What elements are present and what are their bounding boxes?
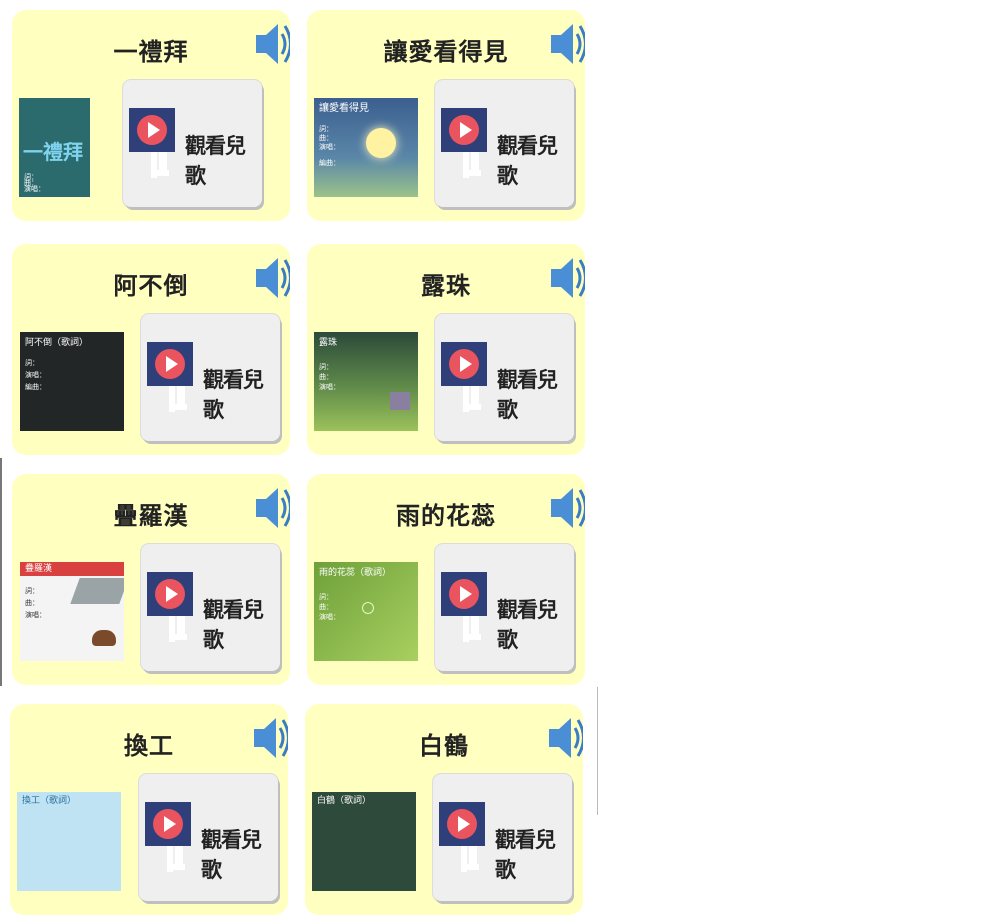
song-title: 雨的花蕊	[396, 502, 496, 530]
speaker-icon[interactable]	[549, 252, 585, 304]
speaker-icon[interactable]	[547, 712, 583, 764]
speaker-icon[interactable]	[254, 252, 290, 304]
video-play-icon	[145, 802, 191, 872]
watch-song-button[interactable]: 觀看兒歌	[435, 314, 574, 441]
watch-song-label: 觀看兒歌	[203, 368, 264, 422]
watch-song-button[interactable]: 觀看兒歌	[435, 544, 574, 671]
speaker-icon[interactable]	[254, 18, 290, 70]
watch-song-label: 觀看兒歌	[495, 828, 556, 882]
road-illustration	[70, 578, 124, 604]
watch-song-button[interactable]: 觀看兒歌	[141, 314, 280, 441]
watch-song-label: 觀看兒歌	[497, 598, 558, 652]
thumbnail-title: 疊羅漢	[25, 564, 53, 574]
song-card-1: 一禮拜 一禮拜 詞： 曲： 演唱： 觀看兒歌	[12, 10, 290, 221]
video-play-icon	[129, 108, 175, 178]
left-divider	[0, 458, 2, 686]
watch-song-button[interactable]: 觀看兒歌	[123, 80, 262, 207]
speaker-icon[interactable]	[549, 482, 585, 534]
thumbnail-title: 一禮拜	[23, 140, 83, 164]
song-thumbnail[interactable]: 一禮拜 詞： 曲： 演唱：	[19, 98, 90, 197]
speaker-icon[interactable]	[252, 712, 288, 764]
song-thumbnail[interactable]: 白鶴（歌詞）	[312, 792, 416, 891]
song-title: 阿不倒	[113, 272, 189, 300]
song-title: 讓愛看得見	[383, 38, 509, 66]
watch-song-label: 觀看兒歌	[203, 598, 264, 652]
thumbnail-title: 讓愛看得見	[319, 103, 369, 114]
watch-song-button[interactable]: 觀看兒歌	[139, 774, 278, 901]
thumbnail-title: 露珠	[319, 338, 338, 348]
thumbnail-credit: 編曲：	[319, 159, 340, 167]
song-card-8: 白鶴 白鶴（歌詞） 觀看兒歌	[305, 704, 583, 915]
thumbnail-title: 換工（歌詞）	[22, 796, 77, 806]
song-card-3: 阿不倒 阿不倒（歌詞） 詞： 演唱： 編曲： 觀看兒歌	[12, 244, 290, 455]
video-play-icon	[147, 572, 193, 642]
song-title: 一禮拜	[113, 38, 189, 66]
thumbnail-credit: 詞：	[25, 359, 39, 367]
song-card-2: 讓愛看得見 讓愛看得見 詞： 曲： 演唱： 編曲： 觀看兒歌	[307, 10, 585, 221]
video-play-icon	[441, 342, 487, 412]
thumbnail-title: 雨的花蕊（歌詞）	[319, 568, 392, 578]
thumbnail-title: 白鶴（歌詞）	[317, 796, 372, 806]
song-title: 換工	[124, 732, 174, 760]
song-card-6: 雨的花蕊 雨的花蕊（歌詞） 詞： 曲： 演唱： 觀看兒歌	[307, 474, 585, 685]
moon-illustration	[366, 128, 396, 158]
video-play-icon	[441, 108, 487, 178]
speaker-icon[interactable]	[254, 482, 290, 534]
watch-song-button[interactable]: 觀看兒歌	[435, 80, 574, 207]
watch-song-label: 觀看兒歌	[497, 368, 558, 422]
video-play-icon	[439, 802, 485, 872]
thumbnail-title: 阿不倒（歌詞）	[25, 338, 89, 348]
thumbnail-credit: 曲：	[25, 599, 39, 607]
thumbnail-credit: 演唱：	[319, 383, 340, 391]
song-title: 疊羅漢	[113, 502, 189, 530]
song-thumbnail[interactable]: 讓愛看得見 詞： 曲： 演唱： 編曲：	[314, 98, 418, 197]
song-thumbnail[interactable]: 露珠 詞： 曲： 演唱：	[314, 332, 418, 431]
thumbnail-credit: 編曲：	[25, 383, 46, 391]
right-divider	[597, 687, 598, 815]
song-title: 露珠	[421, 272, 471, 300]
raindrop-circle	[362, 602, 374, 614]
song-thumbnail[interactable]: 疊羅漢 詞： 曲： 演唱：	[20, 562, 124, 661]
video-play-icon	[147, 342, 193, 412]
speaker-icon[interactable]	[549, 18, 585, 70]
song-thumbnail[interactable]: 阿不倒（歌詞） 詞： 演唱： 編曲：	[20, 332, 124, 431]
video-play-icon	[441, 572, 487, 642]
song-thumbnail[interactable]: 雨的花蕊（歌詞） 詞： 曲： 演唱：	[314, 562, 418, 661]
watch-song-label: 觀看兒歌	[497, 134, 558, 188]
watch-song-button[interactable]: 觀看兒歌	[433, 774, 572, 901]
thumbnail-credit: 演唱：	[25, 371, 46, 379]
watch-song-label: 觀看兒歌	[185, 134, 246, 188]
thumbnail-credit: 演唱：	[319, 143, 340, 151]
watch-song-label: 觀看兒歌	[201, 828, 262, 882]
song-card-7: 換工 換工（歌詞） 觀看兒歌	[10, 704, 288, 915]
thumbnail-credit: 演唱：	[24, 185, 45, 193]
thumbnail-credit: 詞：	[25, 587, 39, 595]
watch-song-button[interactable]: 觀看兒歌	[141, 544, 280, 671]
song-thumbnail[interactable]: 換工（歌詞）	[17, 792, 121, 891]
song-card-5: 疊羅漢 疊羅漢 詞： 曲： 演唱： 觀看兒歌	[12, 474, 290, 685]
song-card-4: 露珠 露珠 詞： 曲： 演唱： 觀看兒歌	[307, 244, 585, 455]
house-illustration	[390, 392, 410, 410]
thumbnail-credit: 演唱：	[319, 613, 340, 621]
song-title: 白鶴	[419, 732, 469, 760]
thumbnail-credit: 演唱：	[25, 611, 46, 619]
cart-illustration	[92, 630, 116, 646]
